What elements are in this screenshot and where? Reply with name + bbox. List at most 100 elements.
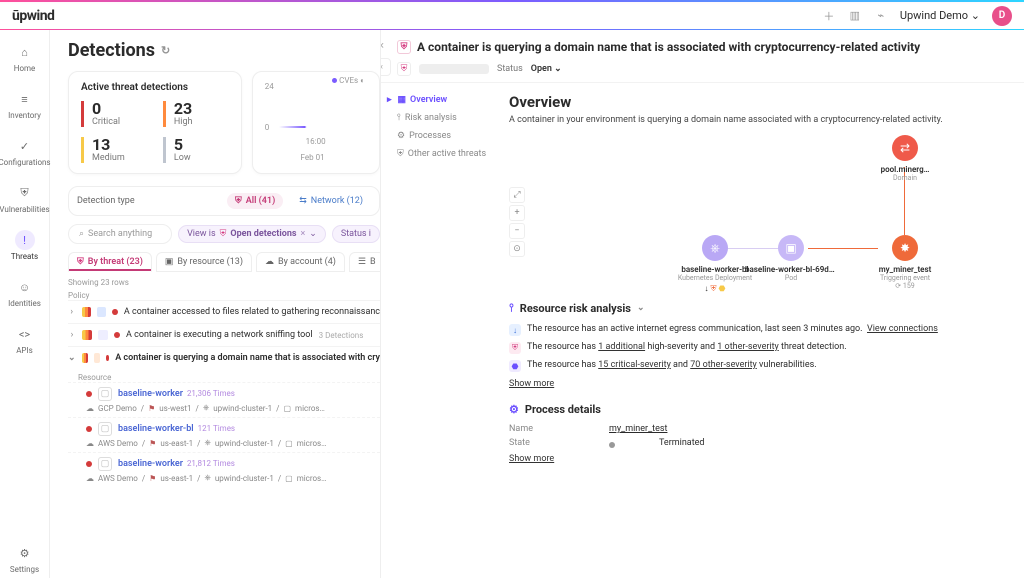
shield-icon: ⛨	[235, 196, 242, 206]
nav-settings[interactable]: ⚙Settings	[0, 539, 49, 578]
stat-medium[interactable]: 13Medium	[81, 137, 147, 163]
risk-item: ⛨The resource has 1 additional high-seve…	[509, 339, 1008, 357]
collapse-icon[interactable]: «	[380, 58, 391, 76]
cluster-icon: ⎈	[203, 403, 209, 413]
stats-heading: Active threat detections	[81, 82, 229, 93]
service-icon: ▢	[285, 439, 293, 448]
severity-dot-icon	[112, 309, 118, 315]
network-icon: ⇆	[299, 196, 307, 206]
stat-high[interactable]: 23High	[163, 101, 229, 127]
zoom-in-icon[interactable]: +	[509, 205, 525, 221]
zoom-out-icon[interactable]: −	[509, 223, 525, 239]
pill-network[interactable]: ⇆Network (12)	[291, 193, 371, 209]
container-icon: ▢	[98, 457, 112, 471]
detail-nav-overview[interactable]: ▦Overview	[397, 91, 493, 109]
close-icon[interactable]: ×	[380, 36, 391, 54]
layout-icon[interactable]: ▥	[848, 9, 862, 23]
expand-icon[interactable]: ⤢	[509, 187, 525, 203]
chevron-down-icon[interactable]: ⌄	[68, 353, 76, 363]
nav-identities[interactable]: ☺Identities	[0, 273, 49, 312]
overview-heading: Overview	[509, 93, 1008, 111]
tab-by-threat[interactable]: ⛨By threat (23)	[68, 252, 152, 272]
resource-row[interactable]: ▢baseline-worker-bl121 Times ☁AWS Demo /…	[68, 417, 380, 452]
cube-icon: ▣	[165, 257, 174, 267]
nav-vulnerabilities[interactable]: ⛨Vulnerabilities	[0, 179, 49, 218]
tab-by-resource[interactable]: ▣By resource (13)	[156, 252, 252, 272]
detail-nav-other[interactable]: ⛨Other active threats	[397, 145, 493, 163]
attack-graph[interactable]: ⤢ + − ⊙ ⎈ baseline-worker-blKubernetes D…	[509, 135, 1008, 295]
cloud-icon: ☁	[265, 257, 274, 267]
stack-icon: ☰	[358, 257, 366, 267]
cloud-icon: ☁	[86, 439, 94, 448]
show-more-link[interactable]: Show more	[509, 379, 554, 389]
legend-dot-icon	[332, 78, 337, 83]
threat-icon: ⛨	[509, 342, 521, 354]
graph-controls: ⤢ + − ⊙	[509, 187, 525, 257]
severity-dot-icon	[114, 332, 120, 338]
list-icon: ≡	[15, 89, 35, 109]
stat-critical[interactable]: 0Critical	[81, 101, 147, 127]
topbar-actions: ＋ ▥ ⌁ Upwind Demo ⌄ D	[822, 6, 1012, 26]
gear-icon: ⚙	[509, 403, 519, 416]
refresh-icon[interactable]: ↻	[161, 44, 170, 57]
workspace-switcher[interactable]: Upwind Demo ⌄	[900, 9, 980, 22]
threat-row[interactable]: › A container accessed to files related …	[68, 300, 380, 323]
cve-chart: CVEs ◐ 24 0 16:00 Feb 01	[265, 82, 367, 146]
view-chip[interactable]: View is ⛨ Open detections × ⌄	[178, 225, 326, 243]
resource-row[interactable]: ▢baseline-worker21,306 Times ☁GCP Demo /…	[68, 382, 380, 417]
alert-icon: !	[15, 230, 35, 250]
code-icon: <>	[15, 324, 35, 344]
threat-shield-icon: ⛨	[397, 40, 411, 54]
status-chip[interactable]: Status i	[332, 225, 380, 243]
nav-threats[interactable]: !Threats	[0, 226, 49, 265]
status-dropdown[interactable]: Open ⌄	[531, 64, 562, 74]
cluster-icon: ⎈	[204, 473, 210, 483]
domain-node-icon: ⇄	[892, 135, 918, 161]
shield-icon: ⛨	[77, 257, 84, 267]
detail-nav-processes[interactable]: ⚙Processes	[397, 127, 493, 145]
bell-icon[interactable]: ⌁	[874, 9, 888, 23]
nav-configurations[interactable]: ✓Configurations	[0, 132, 49, 171]
search-input[interactable]: ⌕Search anything	[68, 224, 172, 244]
container-icon: ▢	[98, 387, 112, 401]
cloud-icon: ☁	[86, 404, 94, 413]
pill-all[interactable]: ⛨All (41)	[227, 193, 283, 209]
nav-home[interactable]: ⌂Home	[0, 38, 49, 77]
nav-rail: ⌂Home ≡Inventory ✓Configurations ⛨Vulner…	[0, 30, 50, 578]
nav-inventory[interactable]: ≡Inventory	[0, 85, 49, 124]
view-connections-link[interactable]: View connections	[867, 324, 938, 334]
toggle-icon[interactable]: ◐	[360, 76, 365, 85]
region-icon: ⚑	[148, 404, 155, 413]
risk-item: ↓The resource has an active internet egr…	[509, 321, 1008, 339]
risk-heading[interactable]: ⫯Resource risk analysis ⌄	[509, 301, 1008, 315]
nav-apis[interactable]: <>APIs	[0, 320, 49, 359]
process-name: Namemy_miner_test	[509, 422, 1008, 436]
threat-row-selected[interactable]: ⌄ A container is querying a domain name …	[68, 346, 380, 369]
plus-icon[interactable]: ＋	[822, 9, 836, 23]
container-icon: ▢	[98, 422, 112, 436]
stat-low[interactable]: 5Low	[163, 137, 229, 163]
status-label: Status	[497, 64, 523, 74]
chevron-right-icon[interactable]: ›	[68, 330, 76, 340]
cve-chart-card: CVEs ◐ 24 0 16:00 Feb 01	[252, 71, 380, 174]
sliders-icon: ⚙	[15, 543, 35, 563]
service-icon: ▢	[285, 474, 293, 483]
threat-row[interactable]: › A container is executing a network sni…	[68, 323, 380, 346]
shield-icon: ⛨	[397, 149, 404, 159]
chevron-down-icon: ⌄	[637, 303, 645, 313]
tab-by-account[interactable]: ☁By account (4)	[256, 252, 345, 272]
severity-dot-icon	[86, 391, 92, 397]
avatar[interactable]: D	[992, 6, 1012, 26]
rows-count: Showing 23 rows	[68, 278, 380, 287]
detail-nav-risk[interactable]: ⫯Risk analysis	[397, 109, 493, 127]
show-more-link[interactable]: Show more	[509, 454, 554, 464]
chart-icon: ⫯	[397, 113, 401, 123]
close-icon[interactable]: ×	[300, 229, 305, 239]
chevron-right-icon[interactable]: ›	[68, 307, 76, 317]
reset-icon[interactable]: ⊙	[509, 241, 525, 257]
breadcrumb-placeholder	[419, 64, 489, 74]
user-icon: ☺	[15, 277, 35, 297]
resource-row[interactable]: ▢baseline-worker21,812 Times ☁AWS Demo /…	[68, 452, 380, 487]
detection-type-filter: Detection type ⛨All (41) ⇆Network (12)	[68, 186, 380, 216]
tab-more[interactable]: ☰B	[349, 252, 380, 272]
